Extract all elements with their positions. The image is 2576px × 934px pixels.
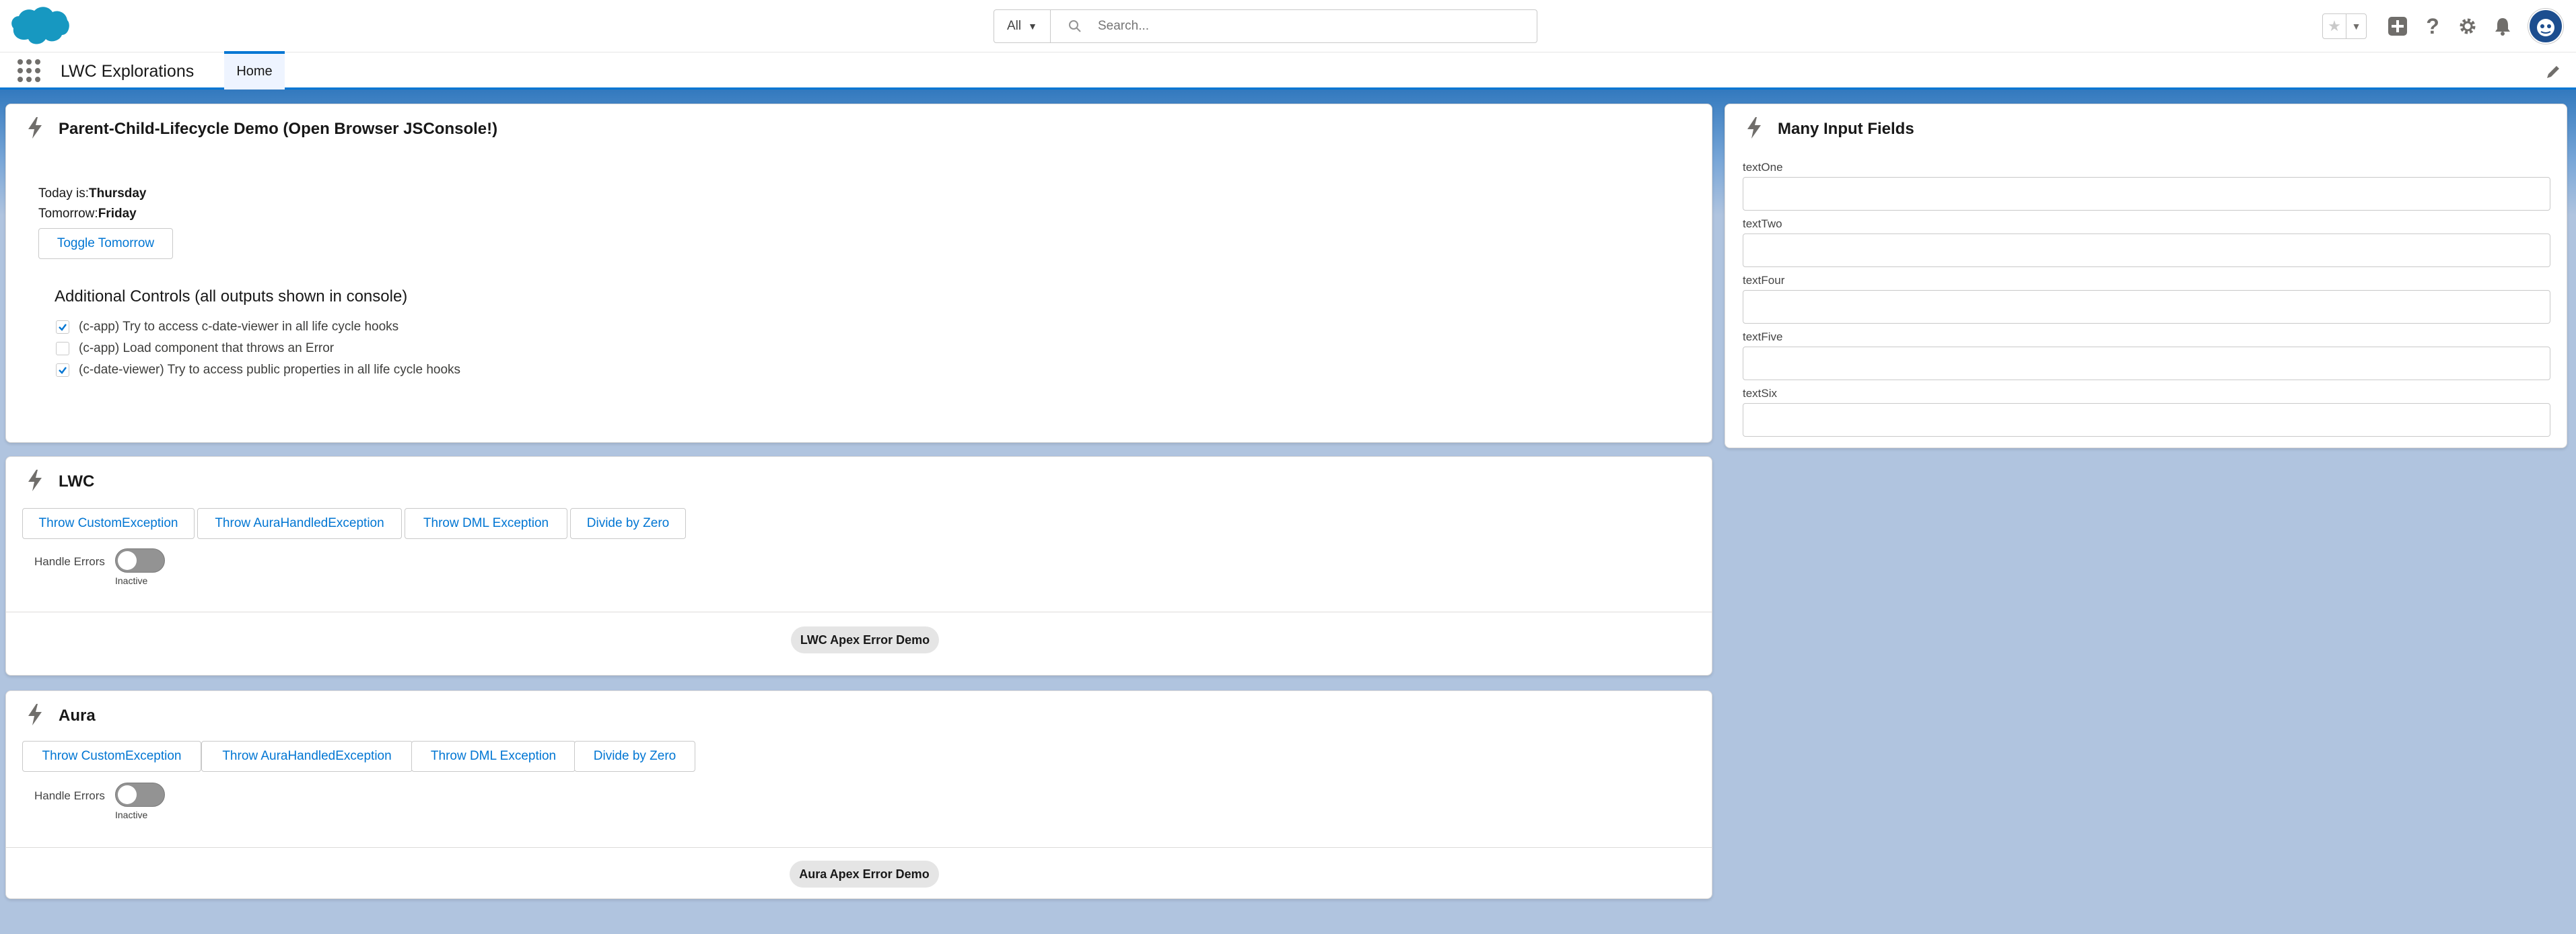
toggle-state-text: Inactive (115, 575, 148, 586)
throw-custom-exception-button[interactable]: Throw CustomException (22, 741, 201, 772)
text-one-input[interactable] (1743, 177, 2550, 211)
checkbox-label: (c-app) Load component that throws an Er… (79, 341, 335, 355)
footer-badge: Aura Apex Error Demo (790, 861, 939, 888)
aura-error-card: Aura Throw CustomException Throw AuraHan… (5, 690, 1712, 899)
divide-by-zero-button[interactable]: Divide by Zero (574, 741, 695, 772)
text-four-input[interactable] (1743, 290, 2550, 324)
header-utility-icons: ★ ▼ ? (2322, 9, 2563, 44)
field-label: textFour (1743, 274, 1785, 287)
handle-errors-label: Handle Errors (34, 789, 105, 802)
today-label: Today is: (38, 186, 89, 201)
card-title: Parent-Child-Lifecycle Demo (Open Browse… (59, 120, 498, 138)
app-launcher-icon[interactable] (18, 59, 40, 82)
card-title: Aura (59, 707, 96, 725)
throw-aura-handled-exception-button[interactable]: Throw AuraHandledException (201, 741, 413, 772)
field-label: textFive (1743, 330, 1783, 343)
toggle-state-text: Inactive (115, 810, 148, 820)
help-icon[interactable]: ? (2416, 10, 2449, 42)
avatar[interactable] (2528, 9, 2563, 44)
checkmark-icon (59, 367, 67, 374)
divide-by-zero-button[interactable]: Divide by Zero (570, 508, 686, 539)
lwc-error-card: LWC Throw CustomException Throw AuraHand… (5, 456, 1712, 676)
card-title: LWC (59, 472, 95, 491)
checkbox-label: (c-date-viewer) Try to access public pro… (79, 363, 461, 377)
throw-aura-handled-exception-button[interactable]: Throw AuraHandledException (197, 508, 402, 539)
global-header: All ▼ ★ ▼ ? (0, 0, 2576, 52)
tab-home[interactable]: Home (224, 51, 285, 89)
search-scope-label: All (1007, 19, 1022, 33)
add-icon[interactable] (2381, 10, 2414, 42)
text-two-input[interactable] (1743, 234, 2550, 267)
lifecycle-demo-card: Parent-Child-Lifecycle Demo (Open Browse… (5, 104, 1712, 443)
app-navigation-bar: LWC Explorations Home (0, 51, 2576, 89)
checkbox-row[interactable]: (c-date-viewer) Try to access public pro… (56, 363, 460, 378)
footer-badge: LWC Apex Error Demo (791, 626, 939, 653)
card-divider (6, 847, 1712, 848)
text-six-input[interactable] (1743, 403, 2550, 437)
app-name: LWC Explorations (61, 62, 195, 81)
favorites-group: ★ ▼ (2322, 13, 2367, 39)
field-label: textOne (1743, 161, 1783, 174)
lightning-bolt-icon (1747, 117, 1761, 139)
tomorrow-value: Friday (98, 207, 137, 221)
additional-controls-title: Additional Controls (all outputs shown i… (55, 287, 408, 306)
notification-bell-icon[interactable] (2486, 10, 2519, 42)
handle-errors-toggle[interactable] (115, 783, 165, 807)
tomorrow-line: Tomorrow:Friday (38, 205, 137, 223)
checkbox[interactable] (56, 363, 69, 377)
setup-gear-icon[interactable] (2451, 10, 2484, 42)
tomorrow-label: Tomorrow: (38, 207, 98, 221)
field-label: textTwo (1743, 217, 1782, 230)
handle-errors-toggle[interactable] (115, 548, 165, 573)
lightning-bolt-icon (28, 704, 42, 725)
checkbox[interactable] (56, 342, 69, 355)
today-value: Thursday (88, 186, 147, 201)
checkmark-icon (59, 324, 67, 331)
checkbox-row[interactable]: (c-app) Try to access c-date-viewer in a… (56, 320, 398, 334)
text-five-input[interactable] (1743, 347, 2550, 380)
handle-errors-label: Handle Errors (34, 555, 105, 568)
lightning-bolt-icon (28, 470, 42, 491)
salesforce-cloud-logo[interactable] (9, 5, 70, 47)
throw-custom-exception-button[interactable]: Throw CustomException (22, 508, 195, 539)
many-input-fields-card: Many Input Fields textOne textTwo textFo… (1725, 104, 2567, 448)
card-title: Many Input Fields (1778, 120, 1914, 138)
lightning-bolt-icon (28, 117, 42, 139)
edit-pencil-icon[interactable] (2544, 63, 2562, 81)
toggle-knob (118, 785, 137, 804)
checkbox-label: (c-app) Try to access c-date-viewer in a… (79, 320, 399, 334)
toggle-tomorrow-button[interactable]: Toggle Tomorrow (38, 228, 173, 259)
favorites-dropdown-icon[interactable]: ▼ (2346, 14, 2366, 38)
throw-dml-exception-button[interactable]: Throw DML Exception (405, 508, 567, 539)
search-input[interactable] (1096, 10, 1537, 42)
search-icon (1069, 20, 1081, 32)
today-line: Today is:Thursday (38, 185, 147, 203)
global-search: All ▼ (994, 9, 1537, 43)
checkbox[interactable] (56, 320, 69, 334)
chevron-down-icon: ▼ (1028, 21, 1037, 32)
star-icon[interactable]: ★ (2323, 14, 2346, 38)
field-label: textSix (1743, 387, 1778, 400)
toggle-knob (118, 551, 137, 570)
checkbox-row[interactable]: (c-app) Load component that throws an Er… (56, 341, 334, 356)
throw-dml-exception-button[interactable]: Throw DML Exception (411, 741, 576, 772)
search-scope-dropdown[interactable]: All ▼ (994, 10, 1051, 42)
